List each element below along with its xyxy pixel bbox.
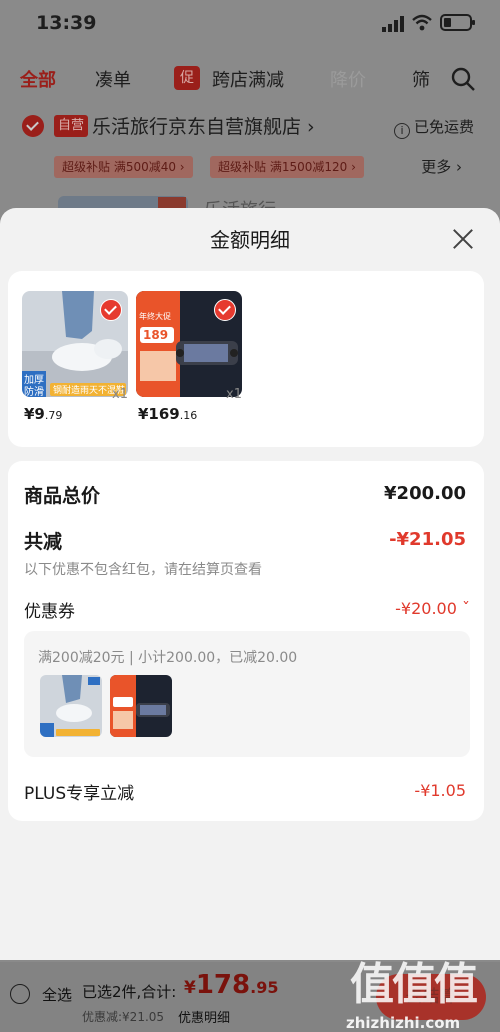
self-operated-badge: 自营 [54, 115, 89, 137]
watermark-logo: 值值值 zhizhizhi.com [346, 948, 490, 1032]
product-qty: x1 [226, 387, 242, 402]
coupon-product-thumb [40, 675, 102, 737]
subsidy-tag-2[interactable]: 超级补贴 满1500减120 › [210, 156, 364, 178]
select-all-radio[interactable] [10, 984, 30, 1004]
wifi-icon [412, 14, 432, 31]
more-link[interactable]: 更多 › [421, 156, 462, 177]
total-value: ¥200.00 [384, 483, 466, 504]
watermark-url: zhizhizhi.com [346, 1014, 461, 1032]
store-check-icon[interactable] [22, 115, 44, 137]
store-header: 自营 乐活旅行京东自营旗舰店 › i 已免运费 [0, 110, 500, 146]
store-name[interactable]: 乐活旅行京东自营旗舰店 › [92, 112, 315, 139]
coupon-label: 优惠券 [24, 602, 75, 622]
amount-detail-sheet: 金额明细 加厚 防滑 钢耐造雨天不湿鞋 ¥9.79 x1 年终大促 189 ¥1… [0, 208, 500, 960]
shipping-status: i 已免运费 [393, 116, 474, 139]
product-image: 年终大促 189 [136, 291, 242, 397]
reduce-label: 共减 [24, 531, 63, 553]
coupon-description: 满200减20元 | 小计200.00，已减20.00 [38, 650, 298, 666]
price-breakdown-card: 商品总价 ¥200.00 共减 -¥21.05 以下优惠不包含红包，请在结算页查… [8, 461, 484, 821]
sheet-title: 金额明细 [210, 228, 290, 252]
svg-text:防滑: 防滑 [24, 385, 44, 397]
coupon-product-thumb [110, 675, 172, 737]
signal-icon [382, 16, 404, 32]
status-time: 13:39 [36, 12, 97, 34]
status-bar: 13:39 [0, 0, 500, 50]
battery-icon [440, 14, 475, 31]
promo-badge: 促 [174, 66, 200, 90]
total-label: 商品总价 [24, 485, 101, 507]
product-image: 加厚 防滑 钢耐造雨天不湿鞋 [22, 291, 128, 397]
check-icon [214, 299, 236, 321]
search-icon[interactable] [450, 66, 476, 92]
check-icon [100, 299, 122, 321]
plus-label: PLUS专享立减 [24, 784, 135, 804]
tab-all[interactable]: 全部 [20, 66, 56, 92]
info-icon[interactable]: i [393, 123, 410, 139]
close-icon[interactable] [452, 228, 474, 250]
product-price: ¥9.79 [24, 405, 63, 423]
tab-bundle[interactable]: 凑单 [95, 66, 131, 92]
svg-text:加厚: 加厚 [24, 374, 44, 386]
select-all-label[interactable]: 全选 [42, 984, 72, 1005]
plus-value: -¥1.05 [414, 781, 466, 800]
coupon-detail-box: 满200减20元 | 小计200.00，已减20.00 [24, 631, 470, 757]
selected-count: 已选2件,合计: [82, 983, 177, 1001]
svg-text:189: 189 [143, 328, 168, 342]
product-qty: x1 [112, 387, 128, 402]
product-price: ¥169.16 [138, 405, 198, 423]
svg-text:年终大促: 年终大促 [139, 311, 171, 321]
tab-filter[interactable]: 筛 [412, 66, 430, 92]
discount-summary: 优惠减:¥21.05 [82, 1010, 165, 1024]
product-card: 加厚 防滑 钢耐造雨天不湿鞋 ¥9.79 x1 年终大促 189 ¥169.16… [8, 271, 484, 447]
filter-tabs: 全部 凑单 促 跨店满减 降价 筛 [0, 62, 500, 96]
tab-cross-store[interactable]: 跨店满减 [212, 66, 284, 92]
reduce-value: -¥21.05 [389, 529, 466, 550]
subsidy-tag-1[interactable]: 超级补贴 满500减40 › [54, 156, 193, 178]
coupon-value-toggle[interactable]: -¥20.00 ˇ [395, 599, 470, 618]
discount-detail-link[interactable]: 优惠明细 [178, 1007, 230, 1026]
tab-price-drop[interactable]: 降价 [330, 66, 366, 92]
reduce-hint: 以下优惠不包含红包，请在结算页查看 [24, 562, 262, 578]
shipping-text: 已免运费 [413, 118, 474, 136]
total-price: ¥178.95 [184, 970, 279, 1000]
